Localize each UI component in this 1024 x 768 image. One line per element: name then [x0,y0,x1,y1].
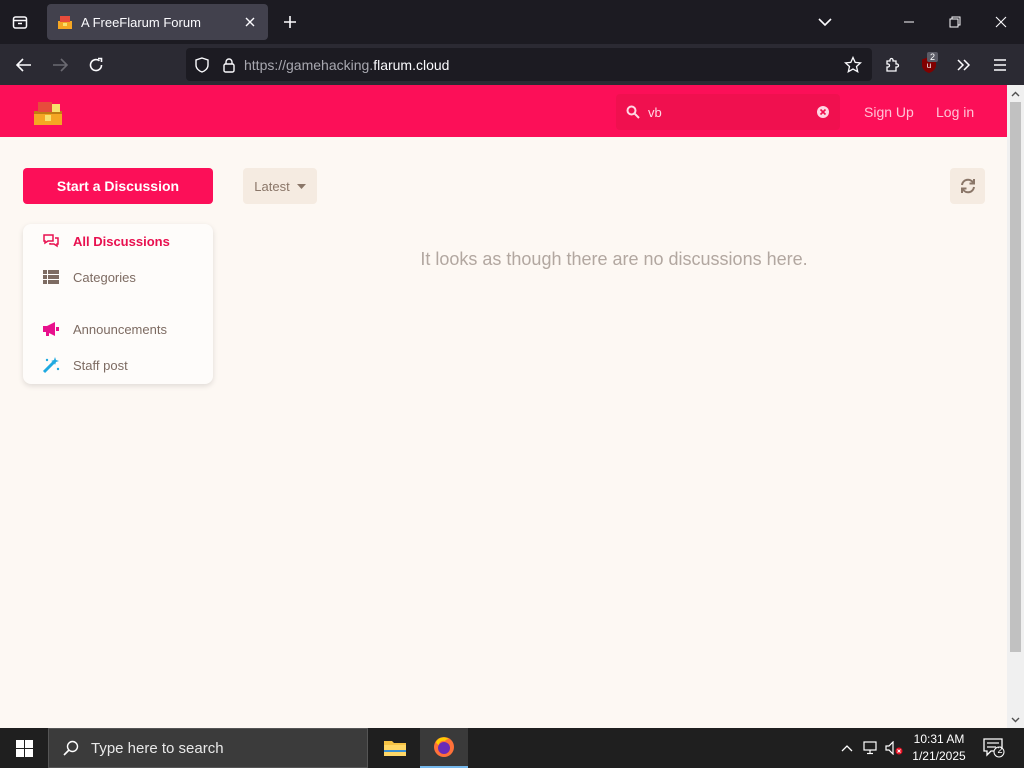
scroll-down-button[interactable] [1007,711,1024,728]
app-menu-button[interactable] [985,50,1015,80]
tab-freeflarum[interactable]: A FreeFlarum Forum [47,4,268,40]
network-icon [863,741,877,755]
taskbar-clock[interactable]: 10:31 AM 1/21/2025 [908,731,970,765]
refresh-button[interactable] [950,168,985,204]
chevron-up-icon [841,744,853,751]
arrow-left-icon [16,58,31,72]
svg-text:u: u [927,61,931,70]
new-tab-button[interactable] [276,8,304,36]
clock-time: 10:31 AM [913,732,965,746]
sort-label: Latest [254,178,290,194]
search-input[interactable]: vb [648,105,816,120]
tab-list-button[interactable] [6,8,34,36]
windows-logo-icon [15,739,33,757]
sidebar-item-label: Categories [73,269,136,285]
chevron-down-icon [818,17,832,26]
taskbar-firefox[interactable] [420,728,468,768]
comments-icon [42,232,60,250]
clear-search-icon[interactable] [816,105,830,119]
address-bar[interactable]: https://gamehacking.flarum.cloud [186,48,872,81]
sidebar-item-staff-post[interactable]: Staff post [23,353,213,377]
notification-center-button[interactable]: 2 [982,736,1006,760]
bookmark-button[interactable] [838,50,868,80]
star-icon [844,56,862,74]
minimize-button[interactable] [886,0,932,44]
sidebar-item-categories[interactable]: Categories [23,265,213,289]
magic-wand-icon [42,356,60,374]
sidebar-item-label: Staff post [73,357,128,373]
plus-icon [284,16,296,28]
url-text: https://gamehacking.flarum.cloud [244,56,450,73]
hamburger-menu-icon [994,59,1006,71]
forum-favicon-icon [58,16,72,29]
volume-muted-icon [885,741,903,755]
empty-discussions-message: It looks as though there are no discussi… [420,249,808,269]
reload-button[interactable] [81,50,111,80]
show-hidden-icons-button[interactable] [837,738,857,758]
firefox-icon [434,737,454,757]
arrow-right-icon [53,58,68,72]
tab-list-icon [12,16,28,29]
sort-dropdown[interactable]: Latest [243,168,317,204]
sidebar-item-all-discussions[interactable]: All Discussions [23,229,213,253]
log-in-link[interactable]: Log in [936,104,974,120]
extensions-button[interactable] [877,50,907,80]
clock-date: 1/21/2025 [912,749,966,763]
sidebar-item-label: Announcements [73,321,167,337]
close-icon [245,17,255,27]
extension-badge: 2 [926,52,938,62]
refresh-icon [960,178,975,194]
ublock-extension-button[interactable]: u 2 [914,50,944,80]
taskbar-search-placeholder: Type here to search [91,739,224,757]
minimize-icon [904,21,914,23]
taskbar-search-box[interactable]: Type here to search [48,728,368,768]
caret-down-icon [296,183,306,189]
search-icon [63,740,79,756]
start-button[interactable] [0,728,48,768]
close-window-button[interactable] [978,0,1024,44]
sidebar-item-label: All Discussions [73,233,170,249]
volume-tray-button[interactable] [884,738,904,758]
forward-button[interactable] [45,50,75,80]
list-icon [42,268,60,286]
page-scrollbar[interactable] [1007,85,1024,728]
reload-icon [89,57,103,72]
back-button[interactable] [9,50,39,80]
more-tools-button[interactable] [949,50,979,80]
browser-toolbar: https://gamehacking.flarum.cloud u 2 [0,44,1024,85]
forum-logo-icon[interactable] [32,99,64,127]
puzzle-icon [886,57,900,72]
double-chevron-right-icon [957,59,971,71]
start-discussion-button[interactable]: Start a Discussion [23,168,213,204]
notification-count: 2 [997,745,1003,755]
tab-title: A FreeFlarum Forum [81,14,201,30]
chevron-down-icon [1011,717,1020,722]
megaphone-icon [42,320,60,338]
tracking-protection-shield-icon[interactable] [194,56,210,73]
search-icon [626,105,640,119]
network-tray-button[interactable] [861,738,881,758]
forum-page: vb Sign Up Log in Start a Discussion All… [0,85,1007,728]
browser-tab-bar: A FreeFlarum Forum [0,0,1024,44]
sidebar-item-announcements[interactable]: Announcements [23,317,213,341]
close-icon [995,16,1007,28]
sidebar-nav: All Discussions Categories Announcements… [23,224,213,384]
windows-taskbar: Type here to search 10:31 AM 1/21/2025 2 [0,728,1024,768]
close-tab-button[interactable] [242,14,258,30]
scroll-up-button[interactable] [1007,85,1024,102]
taskbar-file-explorer[interactable] [371,728,419,768]
restore-button[interactable] [932,0,978,44]
lock-icon[interactable] [222,57,236,73]
forum-search[interactable]: vb [616,94,840,130]
restore-icon [949,16,961,28]
scroll-thumb[interactable] [1010,102,1021,652]
chevron-up-icon [1011,91,1020,96]
forum-header: vb Sign Up Log in [0,85,1007,137]
folder-icon [384,741,406,756]
sign-up-link[interactable]: Sign Up [864,104,914,120]
list-all-tabs-button[interactable] [802,0,848,44]
